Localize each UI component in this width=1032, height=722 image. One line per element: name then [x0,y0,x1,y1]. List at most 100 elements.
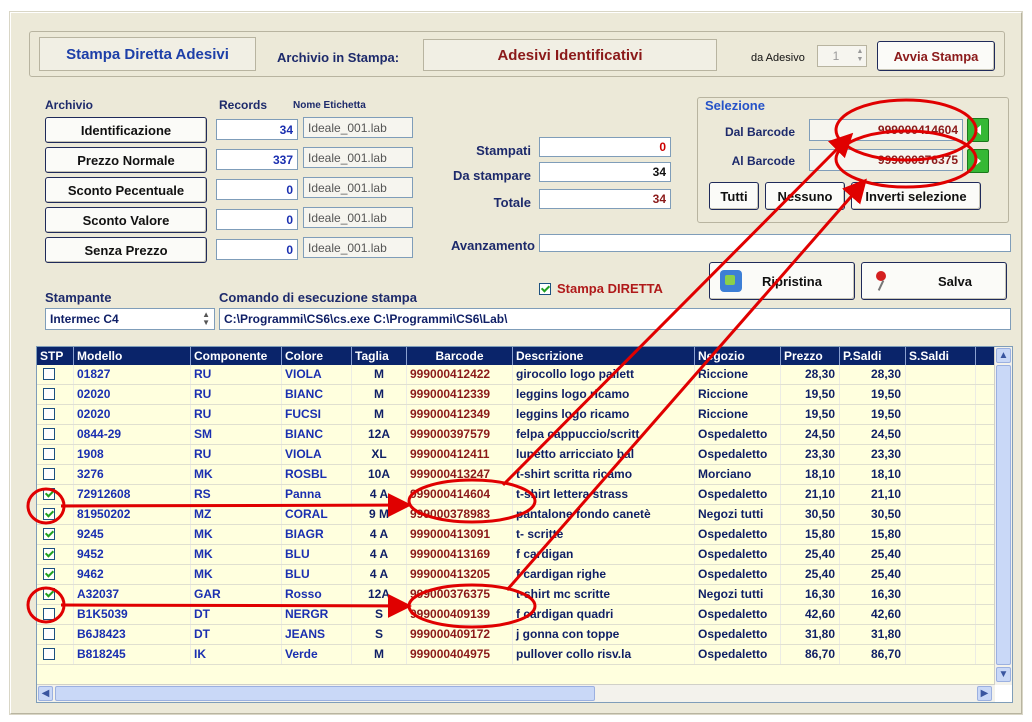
stp-checkbox[interactable] [43,508,55,520]
table-row[interactable]: 02020 RU BIANC M 999000412339 leggins logo ri… [37,385,995,405]
stp-cell[interactable] [37,385,74,404]
stp-cell[interactable] [37,605,74,624]
archivio-in-stampa-value: Adesivi Identificativi [497,46,643,64]
al-barcode-field[interactable]: 999000376375 [809,149,963,171]
stp-cell[interactable] [37,625,74,644]
col-header-colore[interactable]: Colore [282,347,352,365]
stp-cell[interactable] [37,565,74,584]
table-row[interactable]: B818245 IK Verde M 999000404975 pullover coll… [37,645,995,665]
stp-checkbox[interactable] [43,528,55,540]
stp-checkbox[interactable] [43,548,55,560]
col-header-componente[interactable]: Componente [191,347,282,365]
col-header-taglia[interactable]: Taglia [352,347,407,365]
stampante-value: Intermec C4 [50,312,119,326]
table-row[interactable]: 72912608 RS Panna 4 A 999000414604 t-shirt le… [37,485,995,505]
archivio-button-senza-prezzo[interactable]: Senza Prezzo [45,237,207,263]
col-header-modello[interactable]: Modello [74,347,191,365]
spinner-icon[interactable]: ▲ ▼ [202,311,210,327]
etichetta-field[interactable]: Ideale_001.lab [303,207,413,228]
stp-checkbox[interactable] [43,428,55,440]
al-next-button[interactable] [967,149,989,173]
stp-cell[interactable] [37,505,74,524]
scroll-thumb[interactable] [996,365,1011,665]
cell-negozio: Ospedaletto [695,605,781,624]
cell-psaldi: 30,50 [840,505,906,524]
stampa-diretta-check[interactable] [539,282,551,295]
etichetta-field[interactable]: Ideale_001.lab [303,147,413,168]
hscroll-thumb[interactable] [55,686,595,701]
table-row[interactable]: 81950202 MZ CORAL 9 M 999000378983 pantalone … [37,505,995,525]
stp-checkbox[interactable] [43,648,55,660]
stp-cell[interactable] [37,645,74,664]
scroll-down-icon[interactable]: ▼ [996,667,1011,682]
table-row[interactable]: A32037 GAR Rosso 12A 999000376375 t-shirt mc … [37,585,995,605]
scroll-right-icon[interactable]: ▶ [977,686,992,701]
tutti-button[interactable]: Tutti [709,182,759,210]
stp-checkbox[interactable] [43,588,55,600]
cell-barcode: 999000413091 [407,525,513,544]
stp-checkbox[interactable] [43,448,55,460]
table-row[interactable]: 3276 MK ROSBL 10A 999000413247 t-shirt scritt… [37,465,995,485]
scroll-up-icon[interactable]: ▲ [996,348,1011,363]
stp-checkbox[interactable] [43,368,55,380]
stp-checkbox[interactable] [43,628,55,640]
table-row[interactable]: B6J8423 DT JEANS S 999000409172 j gonna con t… [37,625,995,645]
stp-cell[interactable] [37,465,74,484]
table-row[interactable]: 9245 MK BIAGR 4 A 999000413091 t- scritte Ospe… [37,525,995,545]
stp-cell[interactable] [37,425,74,444]
etichetta-field[interactable]: Ideale_001.lab [303,237,413,258]
table-row[interactable]: 0844-29 SM BIANC 12A 999000397579 felpa cappu… [37,425,995,445]
stp-cell[interactable] [37,445,74,464]
da-adesivo-spinner[interactable]: 1 ▲ ▼ [817,45,867,67]
cell-comp: MK [191,525,282,544]
stp-checkbox[interactable] [43,388,55,400]
scroll-left-icon[interactable]: ◀ [38,686,53,701]
stampa-diretta-checkbox[interactable]: Stampa DIRETTA [539,281,663,296]
salva-button[interactable]: Salva [861,262,1007,300]
stp-cell[interactable] [37,525,74,544]
comando-field[interactable]: C:\Programmi\CS6\cs.exe C:\Programmi\CS6… [219,308,1011,330]
etichetta-field[interactable]: Ideale_001.lab [303,117,413,138]
archivio-button-sconto-pecentuale[interactable]: Sconto Pecentuale [45,177,207,203]
table-row[interactable]: B1K5039 DT NERGR S 999000409139 f cardigan qu… [37,605,995,625]
col-header-descrizione[interactable]: Descrizione [513,347,695,365]
vertical-scrollbar[interactable]: ▲ ▼ [994,347,1012,685]
archivio-button-identificazione[interactable]: Identificazione [45,117,207,143]
col-header-barcode[interactable]: Barcode [407,347,513,365]
stp-checkbox[interactable] [43,468,55,480]
col-header-ssaldi[interactable]: S.Saldi [906,347,976,365]
stp-checkbox[interactable] [43,608,55,620]
table-row[interactable]: 9462 MK BLU 4 A 999000413205 f cardigan righe… [37,565,995,585]
stp-cell[interactable] [37,365,74,384]
table-row[interactable]: 1908 RU VIOLA XL 999000412411 lupetto arricci… [37,445,995,465]
stp-cell[interactable] [37,585,74,604]
stp-checkbox[interactable] [43,408,55,420]
table-row[interactable]: 9452 MK BLU 4 A 999000413169 f cardigan Ospeda… [37,545,995,565]
stampante-select[interactable]: Intermec C4 ▲ ▼ [45,308,215,330]
horizontal-scrollbar[interactable]: ◀ ▶ [37,684,995,702]
col-header-negozio[interactable]: Negozio [695,347,781,365]
dal-prev-button[interactable] [967,118,989,142]
stp-cell[interactable] [37,405,74,424]
table-row[interactable]: 01827 RU VIOLA M 999000412422 girocollo logo … [37,365,995,385]
cell-modello: B818245 [74,645,191,664]
cell-taglia: 10A [352,465,407,484]
dal-barcode-field[interactable]: 999000414604 [809,119,963,141]
inverti-selezione-button[interactable]: Inverti selezione [851,182,981,210]
nessuno-button[interactable]: Nessuno [765,182,845,210]
archivio-button-sconto-valore[interactable]: Sconto Valore [45,207,207,233]
col-header-stp[interactable]: STP [37,347,74,365]
archivio-button-prezzo-normale[interactable]: Prezzo Normale [45,147,207,173]
col-header-prezzo[interactable]: Prezzo [781,347,840,365]
col-header-psaldi[interactable]: P.Saldi [840,347,906,365]
spinner-arrows-icon[interactable]: ▲ ▼ [854,48,866,64]
etichetta-field[interactable]: Ideale_001.lab [303,177,413,198]
stampati-value: 0 [659,140,666,154]
avvia-stampa-button[interactable]: Avvia Stampa [877,41,995,71]
stp-checkbox[interactable] [43,488,55,500]
ripristina-button[interactable]: Ripristina [709,262,855,300]
table-row[interactable]: 02020 RU FUCSI M 999000412349 leggins logo ri… [37,405,995,425]
stp-checkbox[interactable] [43,568,55,580]
stp-cell[interactable] [37,485,74,504]
stp-cell[interactable] [37,545,74,564]
